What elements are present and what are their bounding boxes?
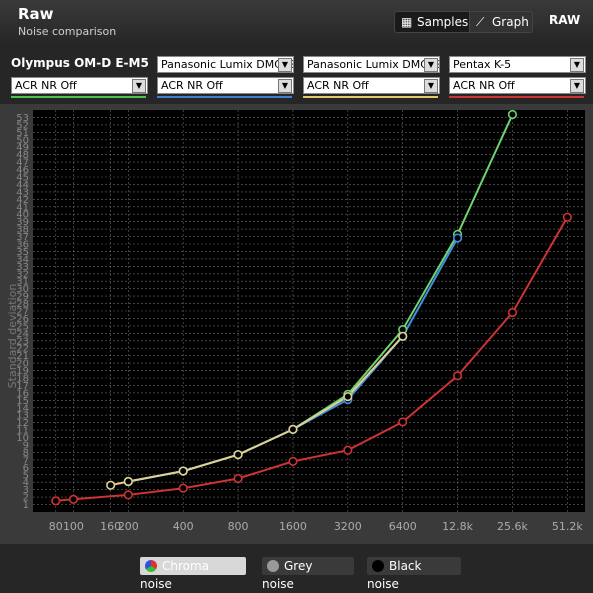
- x-tick-label: 51.2k: [552, 520, 583, 533]
- rgb-dots-icon: [145, 560, 157, 572]
- data-point: [343, 392, 353, 402]
- y-axis-label: Standard deviation: [6, 284, 19, 389]
- page-subtitle: Noise comparison: [18, 25, 117, 38]
- chevron-down-icon: ▼: [132, 79, 146, 93]
- data-point: [233, 450, 243, 460]
- data-point: [123, 476, 133, 487]
- x-tick-label: 1600: [279, 520, 307, 533]
- data-point: [343, 445, 353, 455]
- data-point: [106, 480, 116, 490]
- x-tick-label: 400: [173, 520, 194, 533]
- graph-label: Graph: [492, 15, 529, 29]
- samples-toggle-button[interactable]: ▦ Samples: [394, 11, 470, 33]
- page-title: Raw: [18, 5, 54, 23]
- x-tick-label: 25.6k: [497, 520, 528, 533]
- setting-select-3[interactable]: ACR NR Off ▼: [303, 77, 440, 94]
- camera-select-4[interactable]: Pentax K-5 ▼: [449, 56, 586, 73]
- camera-select-2-value: Panasonic Lumix DMC-G: [161, 58, 294, 71]
- data-point: [288, 424, 298, 434]
- setting-select-4-value: ACR NR Off: [453, 79, 515, 92]
- setting-select-4[interactable]: ACR NR Off ▼: [449, 77, 586, 94]
- data-point: [123, 490, 133, 500]
- chevron-down-icon: ▼: [278, 79, 292, 93]
- graph-toggle-button[interactable]: ⟋ Graph: [469, 11, 533, 33]
- data-point: [68, 494, 79, 504]
- setting-select-2[interactable]: ACR NR Off ▼: [157, 77, 294, 94]
- chroma-noise-button[interactable]: Chroma noise: [140, 557, 246, 591]
- data-point: [452, 233, 463, 243]
- grey-dot-icon: [267, 560, 279, 572]
- y-tick-label: 53: [16, 113, 29, 124]
- setting-select-2-value: ACR NR Off: [161, 79, 223, 92]
- grey-noise-button[interactable]: Grey noise: [262, 557, 354, 591]
- chevron-down-icon: ▼: [424, 58, 438, 72]
- camera-1-color-line: [11, 96, 146, 98]
- data-point: [51, 496, 61, 506]
- data-point: [233, 473, 243, 484]
- x-tick-label: 12.8k: [442, 520, 473, 533]
- camera-select-3[interactable]: Panasonic Lumix DMC-G ▼: [303, 56, 440, 73]
- camera-select-3-value: Panasonic Lumix DMC-G: [307, 58, 440, 71]
- x-tick-label: 6400: [389, 520, 417, 533]
- noise-chart: 1234567891011121314151617181920212223242…: [0, 104, 593, 544]
- chevron-down-icon: ▼: [570, 58, 584, 72]
- black-dot-icon: [372, 560, 384, 572]
- samples-label: Samples: [417, 15, 469, 29]
- samples-icon: ▦: [401, 15, 413, 29]
- x-tick-label: 800: [228, 520, 249, 533]
- data-point: [452, 371, 463, 381]
- data-point: [562, 212, 572, 222]
- camera-name-1: Olympus OM-D E-M5: [11, 56, 149, 70]
- camera-4-color-line: [449, 96, 584, 98]
- setting-select-1[interactable]: ACR NR Off ▼: [11, 77, 148, 94]
- x-tick-label: 80: [49, 520, 63, 533]
- setting-select-1-value: ACR NR Off: [15, 79, 77, 92]
- data-point: [507, 109, 518, 120]
- camera-select-2[interactable]: Panasonic Lumix DMC-G ▼: [157, 56, 294, 73]
- setting-select-3-value: ACR NR Off: [307, 79, 369, 92]
- graph-icon: ⟋: [476, 15, 485, 29]
- x-tick-label: 100: [63, 520, 84, 533]
- x-tick-label: 200: [118, 520, 139, 533]
- chevron-down-icon: ▼: [570, 79, 584, 93]
- black-noise-button[interactable]: Black noise: [367, 557, 461, 591]
- data-point: [178, 466, 188, 476]
- chevron-down-icon: ▼: [424, 79, 438, 93]
- data-point: [507, 307, 518, 318]
- camera-3-color-line: [303, 96, 438, 98]
- data-point: [178, 483, 188, 493]
- camera-select-4-value: Pentax K-5: [453, 58, 512, 71]
- data-point: [398, 417, 408, 427]
- chevron-down-icon: ▼: [278, 58, 292, 72]
- camera-2-color-line: [157, 96, 292, 98]
- raw-format-label[interactable]: RAW: [549, 13, 580, 27]
- data-point: [398, 331, 408, 341]
- data-point: [288, 456, 298, 466]
- x-tick-label: 3200: [334, 520, 362, 533]
